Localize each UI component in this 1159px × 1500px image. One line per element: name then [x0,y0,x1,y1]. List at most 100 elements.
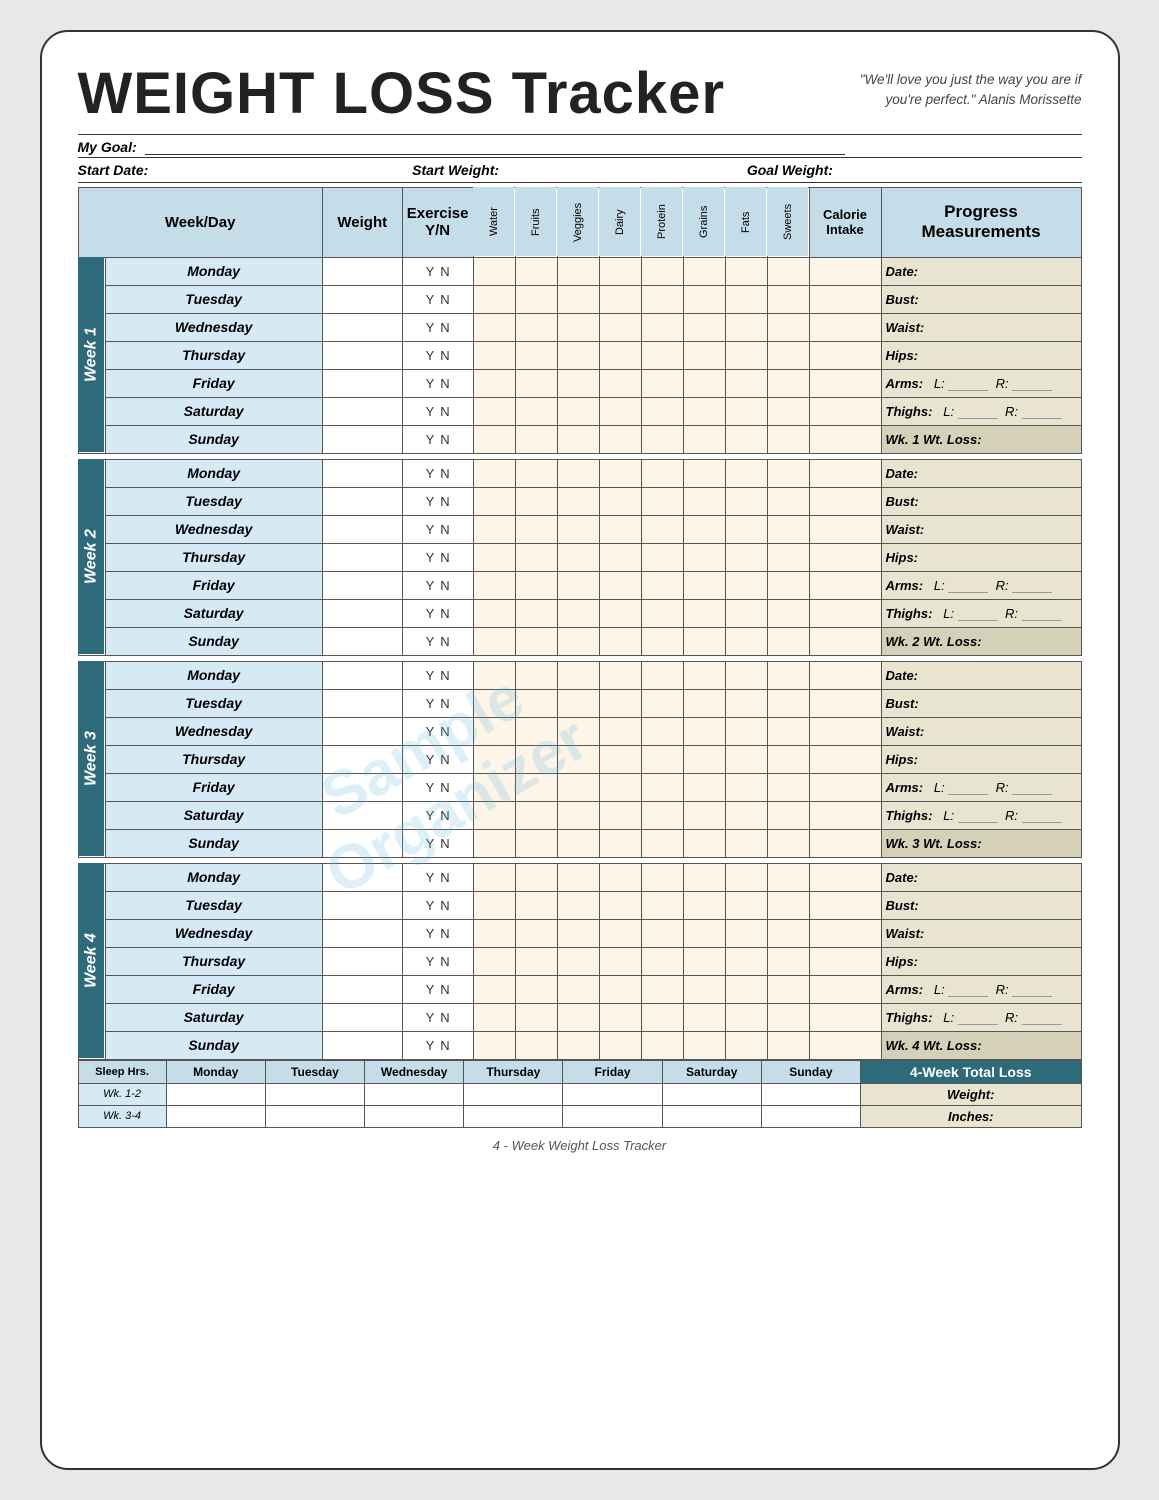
weight-input[interactable] [322,341,402,369]
sleep-wk12-mon[interactable] [166,1083,265,1105]
food-cell[interactable] [767,627,809,655]
food-cell[interactable] [767,425,809,453]
food-cell[interactable] [557,257,599,285]
food-cell[interactable] [683,661,725,689]
food-cell[interactable] [473,1003,515,1031]
food-cell[interactable] [515,863,557,891]
food-cell[interactable] [557,717,599,745]
exercise-yn[interactable]: YN [402,919,473,947]
calorie-intake[interactable] [809,829,881,857]
calorie-intake[interactable] [809,919,881,947]
food-cell[interactable] [515,919,557,947]
food-cell[interactable] [515,487,557,515]
food-cell[interactable] [725,397,767,425]
food-cell[interactable] [515,1031,557,1059]
food-cell[interactable] [557,947,599,975]
food-cell[interactable] [725,773,767,801]
food-cell[interactable] [599,947,641,975]
food-cell[interactable] [599,515,641,543]
food-cell[interactable] [473,397,515,425]
food-cell[interactable] [767,891,809,919]
exercise-yn[interactable]: YN [402,891,473,919]
food-cell[interactable] [473,459,515,487]
calorie-intake[interactable] [809,689,881,717]
weight-input[interactable] [322,975,402,1003]
sleep-wk34-wed[interactable] [365,1105,464,1127]
food-cell[interactable] [683,829,725,857]
food-cell[interactable] [473,341,515,369]
food-cell[interactable] [599,313,641,341]
exercise-yn[interactable]: YN [402,341,473,369]
food-cell[interactable] [641,1003,683,1031]
food-cell[interactable] [641,543,683,571]
exercise-yn[interactable]: YN [402,689,473,717]
food-cell[interactable] [599,285,641,313]
food-cell[interactable] [599,689,641,717]
exercise-yn[interactable]: YN [402,599,473,627]
food-cell[interactable] [641,627,683,655]
food-cell[interactable] [473,745,515,773]
weight-input[interactable] [322,745,402,773]
calorie-intake[interactable] [809,515,881,543]
food-cell[interactable] [725,829,767,857]
food-cell[interactable] [641,745,683,773]
exercise-yn[interactable]: YN [402,717,473,745]
weight-input[interactable] [322,1003,402,1031]
food-cell[interactable] [473,689,515,717]
food-cell[interactable] [515,947,557,975]
food-cell[interactable] [641,313,683,341]
food-cell[interactable] [557,773,599,801]
weight-input[interactable] [322,1031,402,1059]
food-cell[interactable] [557,397,599,425]
food-cell[interactable] [641,863,683,891]
calorie-intake[interactable] [809,975,881,1003]
food-cell[interactable] [515,829,557,857]
food-cell[interactable] [599,975,641,1003]
exercise-yn[interactable]: YN [402,571,473,599]
food-cell[interactable] [515,745,557,773]
food-cell[interactable] [641,487,683,515]
exercise-yn[interactable]: YN [402,745,473,773]
food-cell[interactable] [515,285,557,313]
food-cell[interactable] [473,773,515,801]
food-cell[interactable] [473,571,515,599]
food-cell[interactable] [683,543,725,571]
calorie-intake[interactable] [809,313,881,341]
calorie-intake[interactable] [809,801,881,829]
food-cell[interactable] [641,285,683,313]
exercise-yn[interactable]: YN [402,661,473,689]
exercise-yn[interactable]: YN [402,313,473,341]
food-cell[interactable] [767,689,809,717]
weight-input[interactable] [322,459,402,487]
food-cell[interactable] [725,487,767,515]
food-cell[interactable] [767,975,809,1003]
food-cell[interactable] [683,863,725,891]
food-cell[interactable] [473,627,515,655]
food-cell[interactable] [599,891,641,919]
food-cell[interactable] [683,257,725,285]
food-cell[interactable] [557,459,599,487]
food-cell[interactable] [725,627,767,655]
food-cell[interactable] [473,369,515,397]
exercise-yn[interactable]: YN [402,543,473,571]
food-cell[interactable] [641,515,683,543]
weight-input[interactable] [322,627,402,655]
food-cell[interactable] [473,947,515,975]
calorie-intake[interactable] [809,459,881,487]
food-cell[interactable] [599,717,641,745]
calorie-intake[interactable] [809,773,881,801]
food-cell[interactable] [767,599,809,627]
calorie-intake[interactable] [809,341,881,369]
food-cell[interactable] [473,285,515,313]
food-cell[interactable] [683,487,725,515]
exercise-yn[interactable]: YN [402,975,473,1003]
food-cell[interactable] [515,891,557,919]
food-cell[interactable] [725,863,767,891]
food-cell[interactable] [767,745,809,773]
food-cell[interactable] [557,515,599,543]
food-cell[interactable] [683,571,725,599]
food-cell[interactable] [515,773,557,801]
sleep-wk34-thu[interactable] [464,1105,563,1127]
exercise-yn[interactable]: YN [402,829,473,857]
calorie-intake[interactable] [809,397,881,425]
